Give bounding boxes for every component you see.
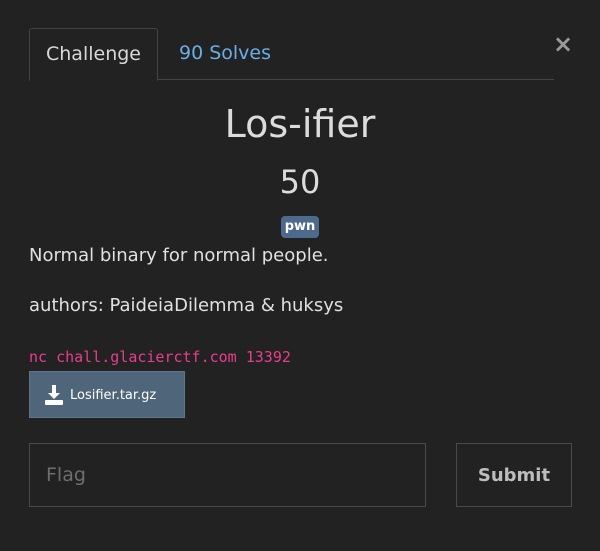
challenge-points: 50 <box>279 163 321 201</box>
challenge-title: Los-ifier <box>224 102 376 146</box>
file-name: Losifier.tar.gz <box>70 388 157 403</box>
close-icon[interactable]: × <box>553 30 573 58</box>
description-line: Normal binary for normal people. <box>29 245 329 266</box>
close-button[interactable]: × <box>552 30 574 58</box>
modal-tabs: Challenge 90 Solves <box>29 28 554 81</box>
tab-challenge[interactable]: Challenge <box>29 28 158 81</box>
category-tag: pwn <box>281 216 319 238</box>
download-file-button[interactable]: Losifier.tar.gz <box>29 371 185 418</box>
download-icon <box>45 385 63 405</box>
flag-input[interactable] <box>29 443 426 507</box>
tab-solves[interactable]: 90 Solves <box>179 28 271 79</box>
challenge-modal: × Challenge 90 Solves Los-ifier 50 pwn N… <box>0 0 600 551</box>
authors-line: authors: PaideiaDilemma & huksys <box>29 295 344 316</box>
connection-command: nc chall.glacierctf.com 13392 <box>29 348 291 366</box>
submit-button[interactable]: Submit <box>456 443 572 507</box>
